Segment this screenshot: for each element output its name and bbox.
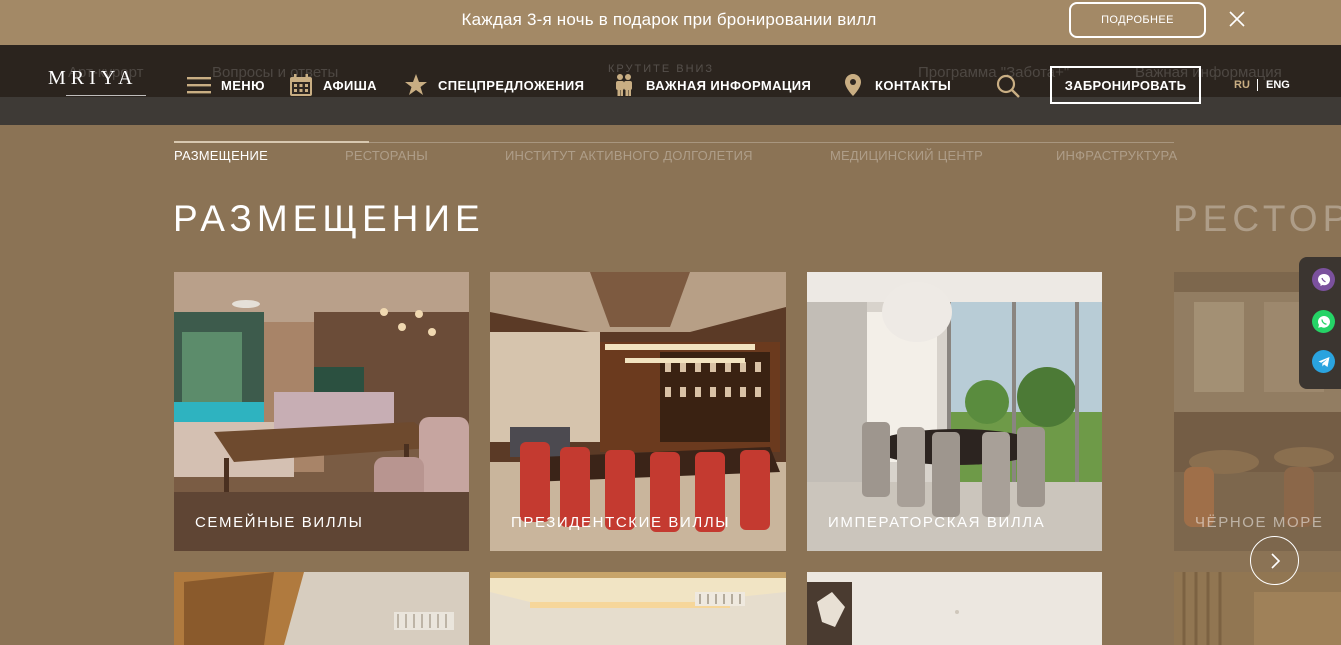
family-villa-photo [174,272,469,551]
card-imperial-villa[interactable]: ИМПЕРАТОРСКАЯ ВИЛЛА [807,272,1102,551]
book-button[interactable]: ЗАБРОНИРОВАТЬ [1050,66,1201,104]
section-title: РАЗМЕЩЕНИЕ [173,198,485,239]
chevron-right-icon [1270,552,1280,569]
hamburger-icon [187,77,211,94]
logo-divider [66,95,146,96]
nav-contacts[interactable]: КОНТАКТЫ [841,72,951,98]
lang-ru[interactable]: RU [1234,79,1250,91]
whatsapp-icon [1317,315,1330,328]
calendar-icon [290,74,312,96]
telegram-button[interactable] [1312,350,1335,373]
nav-special-offers-label: СПЕЦПРЕДЛОЖЕНИЯ [438,77,585,93]
lang-divider [1257,79,1258,91]
room-photo [807,572,1102,645]
telegram-icon [1318,356,1329,367]
tab-active-indicator [174,141,369,143]
search-icon[interactable] [996,74,1020,98]
viber-icon [1317,273,1330,286]
viber-button[interactable] [1312,268,1335,291]
card-row2-3[interactable] [807,572,1102,645]
tab-longevity-institute[interactable]: ИНСТИТУТ АКТИВНОГО ДОЛГОЛЕТИЯ [505,148,753,163]
nav-afisha-label: АФИША [323,77,377,93]
imperial-villa-photo [807,272,1102,551]
next-section-title: РЕСТОРАНЫ [1173,198,1341,239]
lang-en[interactable]: ENG [1266,79,1290,91]
card-imperial-villa-label: ИМПЕРАТОРСКАЯ ВИЛЛА [828,514,1046,531]
presidential-villa-photo [490,272,786,551]
nav-afisha[interactable]: АФИША [289,72,377,98]
card-row2-4[interactable] [1174,572,1341,645]
promo-banner: Каждая 3-я ночь в подарок при бронирован… [0,0,1341,45]
nav-contacts-label: КОНТАКТЫ [875,77,952,93]
card-black-sea-label: ЧЁРНОЕ МОРЕ [1195,514,1324,531]
promo-more-button[interactable]: ПОДРОБНЕЕ [1069,2,1206,38]
card-dim-overlay [1174,572,1341,645]
tab-infrastructure[interactable]: ИНФРАСТРУКТУРА [1056,148,1177,163]
room-photo [174,572,469,645]
star-icon [405,74,427,95]
nav-menu-label: МЕНЮ [221,77,265,93]
card-row2-2[interactable] [490,572,786,645]
map-pin-icon [845,74,861,96]
close-icon[interactable] [1228,10,1246,28]
nav-important-info[interactable]: ВАЖНАЯ ИНФОРМАЦИЯ [612,72,811,98]
whatsapp-button[interactable] [1312,310,1335,333]
card-presidential-villas-label: ПРЕЗИДЕНТСКИЕ ВИЛЛЫ [511,514,731,531]
tab-medical-center[interactable]: МЕДИЦИНСКИЙ ЦЕНТР [830,148,983,163]
next-slide-button[interactable] [1250,536,1299,585]
people-icon [616,74,632,96]
nav-menu[interactable]: МЕНЮ [187,72,265,98]
mriya-logo[interactable]: MRIYA [48,67,137,90]
tab-restaurants[interactable]: РЕСТОРАНЫ [345,148,428,163]
nav-important-info-label: ВАЖНАЯ ИНФОРМАЦИЯ [646,77,812,93]
room-photo [490,572,786,645]
card-family-villas[interactable]: СЕМЕЙНЫЕ ВИЛЛЫ [174,272,469,551]
nav-special-offers[interactable]: СПЕЦПРЕДЛОЖЕНИЯ [404,72,584,98]
card-presidential-villas[interactable]: ПРЕЗИДЕНТСКИЕ ВИЛЛЫ [490,272,786,551]
card-row2-1[interactable] [174,572,469,645]
card-family-villas-label: СЕМЕЙНЫЕ ВИЛЛЫ [195,514,364,531]
tab-accommodation[interactable]: РАЗМЕЩЕНИЕ [174,148,268,163]
